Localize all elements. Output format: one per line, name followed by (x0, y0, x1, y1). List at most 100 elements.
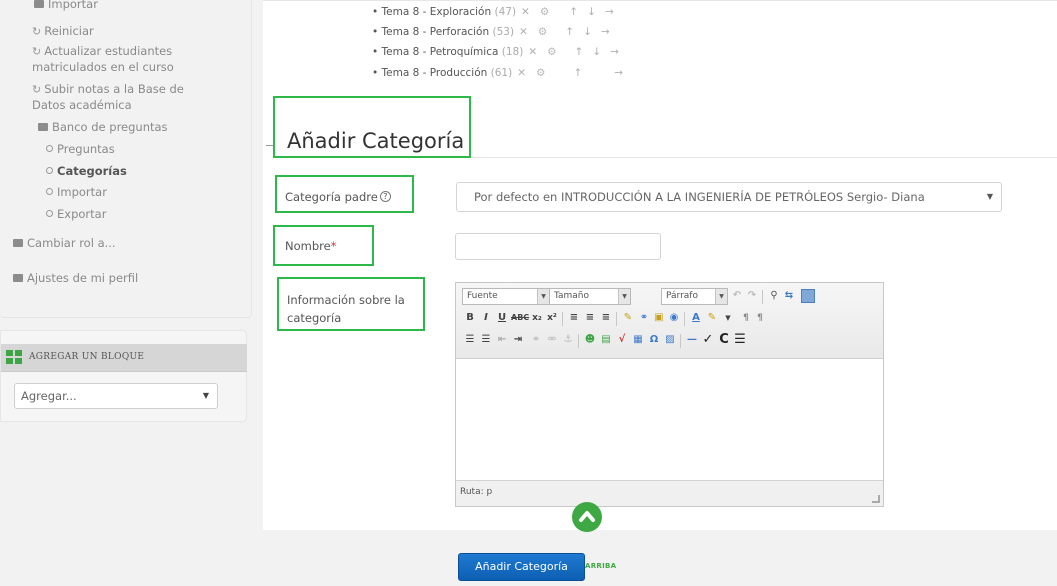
arrow-right-icon[interactable]: → (601, 26, 610, 38)
sidebar-item-actualizar-estudiantes[interactable]: ↻ Actualizar estudiantes (32, 43, 172, 60)
subscript-icon[interactable]: x₂ (531, 311, 543, 325)
gear-icon[interactable]: ⚙ (547, 46, 556, 58)
redo-icon[interactable]: ↷ (746, 289, 758, 303)
sidebar-item-subir-notas[interactable]: ↻ Subir notas a la Base de (32, 81, 184, 98)
folder-icon (13, 273, 23, 282)
topic-name[interactable]: Tema 8 - Petroquímica (382, 46, 499, 58)
sidebar-item-label: matriculados en el curso (32, 60, 174, 74)
add-block-title: AGREGAR UN BLOQUE (29, 352, 145, 362)
unlink-icon[interactable]: ⚮ (546, 333, 558, 347)
delete-icon[interactable]: ✕ (517, 67, 526, 79)
parent-category-select[interactable]: Por defecto en INTRODUCCIÓN A LA INGENIE… (456, 182, 1002, 212)
anchor-icon[interactable]: ⚓ (562, 333, 574, 347)
delete-icon[interactable]: ✕ (528, 46, 537, 58)
parent-category-value: Por defecto en INTRODUCCIÓN A LA INGENIE… (474, 190, 925, 204)
size-select[interactable]: Tamaño ▼ (549, 288, 631, 305)
sidebar-item-cambiar-rol[interactable]: Cambiar rol a... (13, 235, 116, 251)
help-icon[interactable]: ? (379, 191, 391, 202)
font-select[interactable]: Fuente ▼ (462, 288, 550, 305)
spellcheck-icon[interactable]: ✓ (702, 333, 714, 347)
sidebar-item-label-cont[interactable]: Datos académica (32, 97, 132, 113)
sidebar-item-label: Importar (48, 0, 98, 11)
link-icon[interactable]: ⚭ (638, 311, 650, 325)
highlight-color-icon[interactable]: ✎ (706, 311, 718, 325)
text-color-icon[interactable]: A (690, 311, 702, 325)
arrow-down-icon[interactable]: ↓ (583, 26, 592, 38)
list-item: • Tema 8 - Producción (61) ✕ ⚙ ↑ → (372, 67, 624, 79)
equation-icon[interactable]: √ (616, 333, 628, 347)
numbered-list-icon[interactable]: ☰ (480, 333, 492, 347)
superscript-icon[interactable]: x² (546, 311, 558, 325)
media-icon[interactable]: ◉ (668, 311, 680, 325)
sidebar-item-importar-top[interactable]: Importar (34, 0, 98, 12)
gear-icon[interactable]: ⚙ (538, 26, 547, 38)
delete-icon[interactable]: ✕ (521, 6, 530, 18)
sidebar-item-reiniciar[interactable]: ↻ Reiniciar (32, 23, 94, 40)
paste-word-icon[interactable]: ▨ (664, 333, 676, 347)
arrow-right-icon[interactable]: → (605, 6, 614, 18)
arrow-down-icon[interactable]: ↓ (592, 46, 601, 58)
to-top-label[interactable]: ARRIBA (585, 562, 616, 570)
emoticon-icon[interactable]: ☻ (584, 333, 596, 347)
rtl-icon[interactable]: ¶ (754, 311, 766, 325)
bullet-list-icon[interactable]: ☰ (464, 333, 476, 347)
replace-icon[interactable]: ⇆ (783, 289, 795, 303)
gear-icon[interactable]: ⚙ (536, 67, 545, 79)
editor-content-area[interactable] (456, 360, 883, 480)
arrow-down-icon[interactable]: ↓ (587, 6, 596, 18)
chevron-down-icon[interactable]: ▼ (722, 311, 734, 325)
topic-count: (47) (494, 6, 517, 18)
sidebar-item-label-cont[interactable]: matriculados en el curso (32, 59, 174, 75)
insert-image-icon[interactable]: ▤ (600, 333, 612, 347)
topic-name[interactable]: Tema 8 - Exploración (382, 6, 492, 18)
scroll-top-button[interactable] (572, 502, 602, 532)
sidebar-item-preguntas[interactable]: Preguntas (46, 141, 115, 157)
fullscreen-icon[interactable] (801, 289, 815, 303)
arrow-right-icon[interactable]: → (610, 46, 619, 58)
arrow-up-icon[interactable]: ↑ (575, 46, 584, 58)
resize-handle-icon[interactable] (872, 495, 880, 503)
table-icon[interactable]: ▦ (632, 333, 644, 347)
add-category-button[interactable]: Añadir Categoría (458, 553, 585, 581)
delete-icon[interactable]: ✕ (519, 26, 528, 38)
indent-icon[interactable]: ⇥ (512, 333, 524, 347)
toolbar-separator (616, 312, 617, 326)
align-center-icon[interactable]: ≡ (584, 311, 596, 325)
image-icon[interactable]: ▣ (653, 311, 665, 325)
horizontal-rule-icon[interactable]: — (686, 333, 698, 347)
link-disabled-icon[interactable]: ⚭ (530, 333, 542, 347)
arrow-up-icon[interactable]: ↑ (569, 6, 578, 18)
sidebar-item-categorias[interactable]: Categorías (46, 163, 127, 179)
page-break-icon[interactable]: ☰ (734, 333, 746, 347)
sidebar-item-exportar[interactable]: Exportar (46, 206, 106, 222)
italic-icon[interactable]: I (480, 311, 492, 325)
bold-icon[interactable]: B (464, 311, 476, 325)
underline-icon[interactable]: U (496, 311, 508, 325)
arrow-up-icon[interactable]: ↑ (565, 26, 574, 38)
sidebar-item-banco-preguntas[interactable]: Banco de preguntas (38, 119, 168, 135)
name-label-text: Nombre (285, 239, 331, 253)
sidebar-item-ajustes-perfil[interactable]: Ajustes de mi perfil (13, 270, 138, 286)
name-field[interactable] (455, 233, 661, 260)
undo-icon[interactable]: ↶ (731, 289, 743, 303)
align-right-icon[interactable]: ≡ (600, 311, 612, 325)
sidebar-item-label: Subir notas a la Base de (44, 82, 184, 96)
arrow-right-icon[interactable]: → (614, 67, 623, 79)
gear-icon[interactable]: ⚙ (540, 6, 549, 18)
page-title: Añadir Categoría (287, 129, 465, 153)
special-char-icon[interactable]: Ω (648, 333, 660, 347)
strikethrough-icon[interactable]: ABC (511, 311, 529, 325)
topic-name[interactable]: Tema 8 - Producción (382, 67, 488, 79)
add-block-select[interactable]: Agregar... ▼ (14, 383, 218, 409)
find-icon[interactable]: ⚲ (768, 289, 780, 303)
paragraph-select[interactable]: Párrafo ▼ (661, 288, 728, 305)
parent-category-label: Categoría padre? (285, 189, 391, 205)
code-icon[interactable]: C (718, 333, 730, 347)
topic-name[interactable]: Tema 8 - Perforación (382, 26, 490, 38)
ltr-icon[interactable]: ¶ (740, 311, 752, 325)
arrow-up-icon[interactable]: ↑ (573, 67, 582, 79)
clean-format-icon[interactable]: ✎ (622, 311, 634, 325)
outdent-icon[interactable]: ⇤ (496, 333, 508, 347)
sidebar-item-importar[interactable]: Importar (46, 184, 107, 200)
align-left-icon[interactable]: ≡ (568, 311, 580, 325)
